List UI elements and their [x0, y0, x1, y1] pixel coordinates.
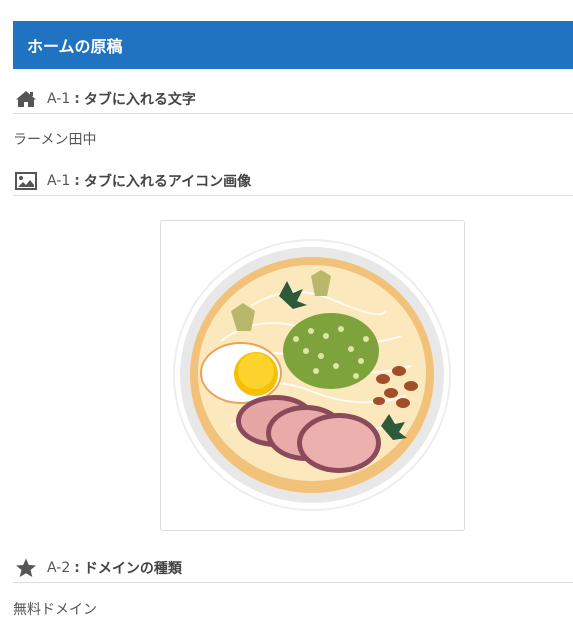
page-header: ホームの原稿 — [13, 21, 573, 69]
section-code: A-1 — [47, 172, 71, 189]
domain-type-value: 無料ドメイン — [13, 602, 97, 618]
section-code: A-1 — [47, 90, 71, 107]
section-title: ドメインの種類 — [83, 560, 182, 577]
image-icon — [15, 171, 39, 191]
star-icon — [15, 558, 39, 578]
home-icon — [15, 89, 39, 109]
section-header-tab-text: A-1 : タブに入れる文字 — [13, 84, 573, 114]
tab-text-value: ラーメン田中 — [13, 132, 97, 148]
section-separator: : — [74, 172, 80, 189]
section-header-tab-icon: A-1 : タブに入れるアイコン画像 — [13, 166, 573, 196]
section-header-domain-type: A-2 : ドメインの種類 — [13, 553, 573, 583]
section-separator: : — [74, 559, 80, 576]
page-title: ホームの原稿 — [27, 37, 123, 56]
section-title: タブに入れる文字 — [83, 91, 196, 108]
section-code: A-2 — [47, 559, 71, 576]
ramen-bowl-illustration — [173, 239, 451, 511]
section-title: タブに入れるアイコン画像 — [83, 173, 252, 190]
section-separator: : — [74, 90, 80, 107]
tab-icon-image — [160, 220, 465, 531]
